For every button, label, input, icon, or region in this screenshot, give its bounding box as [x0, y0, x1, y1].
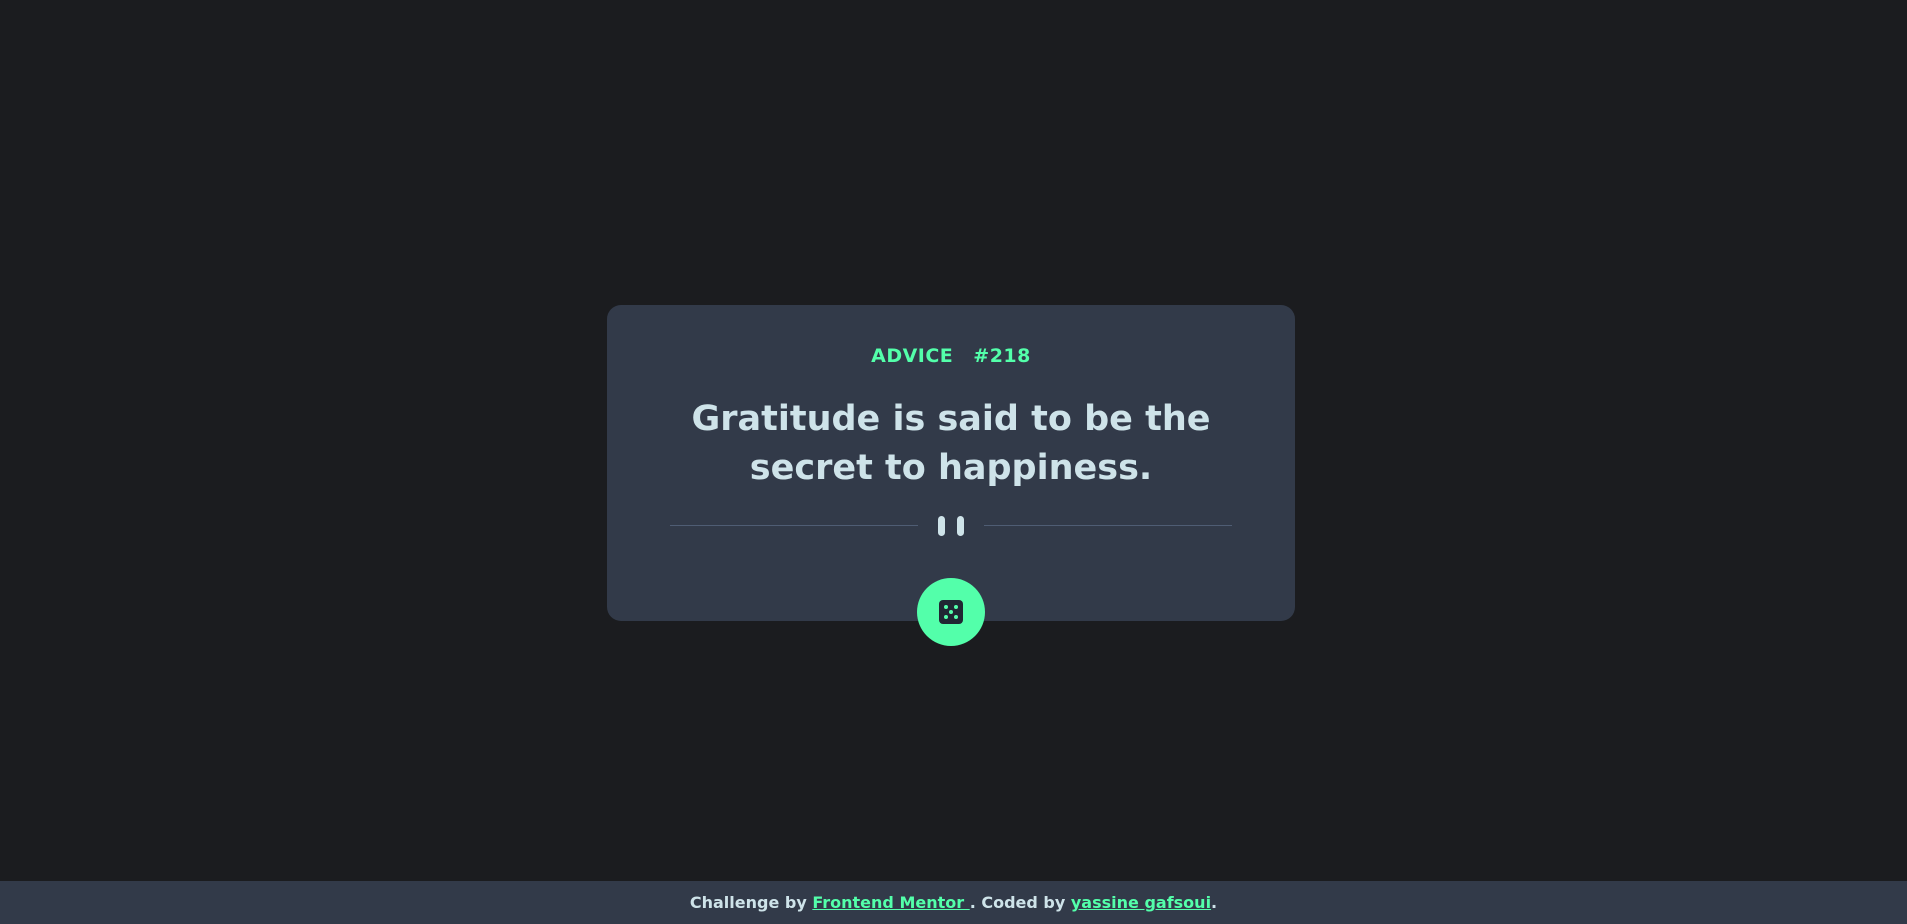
advice-number: #218	[973, 345, 1031, 367]
advice-card: ADVICE #218 Gratitude is said to be the …	[607, 305, 1295, 621]
pause-icon	[938, 516, 964, 538]
page: ADVICE #218 Gratitude is said to be the …	[0, 0, 1907, 924]
advice-label: ADVICE	[871, 345, 954, 367]
advice-quote: Gratitude is said to be the secret to ha…	[691, 399, 1211, 488]
footer-suffix: .	[1211, 893, 1218, 912]
author-link[interactable]: yassine gafsoui	[1071, 893, 1211, 912]
attribution-footer: Challenge by Frontend Mentor . Coded by …	[0, 881, 1907, 924]
frontend-mentor-link[interactable]: Frontend Mentor	[812, 893, 969, 912]
pause-bar	[938, 516, 945, 536]
footer-prefix: Challenge by	[689, 893, 813, 912]
pause-bar	[957, 516, 964, 536]
divider-line-right	[984, 525, 1232, 526]
advice-heading: ADVICE #218	[607, 345, 1295, 367]
pattern-divider	[670, 514, 1232, 538]
divider-line-left	[670, 525, 918, 526]
dice-icon	[939, 600, 963, 624]
generate-advice-button[interactable]	[917, 578, 985, 646]
footer-middle: . Coded by	[969, 893, 1071, 912]
